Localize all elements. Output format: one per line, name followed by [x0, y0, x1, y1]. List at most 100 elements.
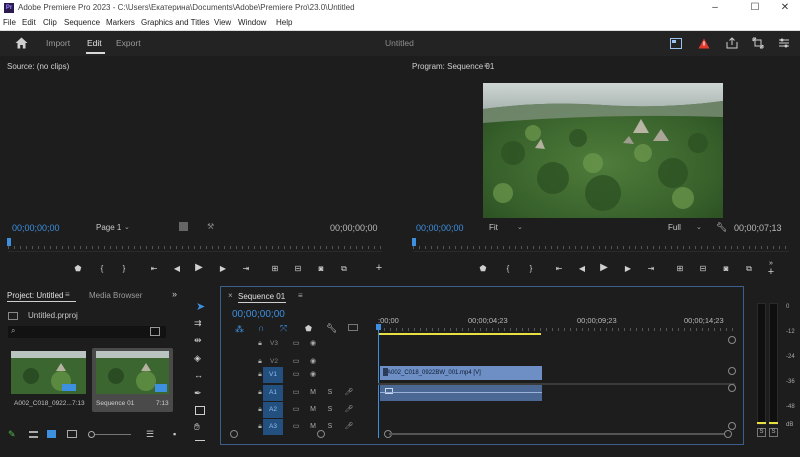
- menu-sequence[interactable]: Sequence: [64, 18, 100, 27]
- source-timecode-current[interactable]: 00;00;00;00: [12, 223, 60, 233]
- playback-resolution-select[interactable]: Full: [668, 223, 681, 232]
- sync-lock-icon[interactable]: ▭: [291, 370, 301, 380]
- marker-icon[interactable]: ⬟: [72, 264, 84, 274]
- menu-clip[interactable]: Clip: [43, 18, 57, 27]
- tab-export[interactable]: Export: [116, 38, 141, 48]
- target-a2[interactable]: A2: [263, 402, 283, 418]
- chevron-down-icon[interactable]: ⌄: [696, 223, 702, 231]
- go-to-in-icon[interactable]: ⇤: [553, 264, 565, 274]
- mute-button[interactable]: M: [308, 405, 318, 415]
- mute-button[interactable]: M: [308, 388, 318, 398]
- search-input[interactable]: [8, 326, 166, 338]
- fullscreen-icon[interactable]: [752, 37, 764, 49]
- mark-in-icon[interactable]: {: [96, 264, 108, 274]
- list-view-icon[interactable]: [29, 431, 38, 438]
- timeline-ruler[interactable]: [378, 320, 735, 332]
- mark-in-icon[interactable]: {: [502, 264, 514, 274]
- menu-markers[interactable]: Markers: [106, 18, 135, 27]
- microphone-icon[interactable]: 🎤︎: [344, 422, 354, 432]
- wrench-icon[interactable]: ⚒: [207, 222, 214, 231]
- go-to-out-icon[interactable]: ⇥: [240, 264, 252, 274]
- mark-out-icon[interactable]: }: [118, 264, 130, 274]
- captions-icon[interactable]: [348, 324, 358, 331]
- insert-icon[interactable]: ⊞: [269, 264, 281, 274]
- chevron-down-icon[interactable]: ⌄: [124, 223, 130, 231]
- hamburger-menu-icon[interactable]: ≡: [484, 61, 489, 70]
- slip-tool-icon[interactable]: ↔: [194, 370, 203, 380]
- horizontal-scrollbar[interactable]: [389, 433, 724, 435]
- nest-icon[interactable]: ⁂: [235, 324, 244, 335]
- maximize-button[interactable]: ☐: [740, 1, 770, 15]
- play-icon[interactable]: ▶: [598, 263, 610, 273]
- timeline-timecode[interactable]: 00;00;00;00: [232, 309, 285, 320]
- tab-media-browser[interactable]: Media Browser: [89, 291, 142, 300]
- target-a3[interactable]: A3: [263, 419, 283, 435]
- home-icon[interactable]: [15, 37, 28, 49]
- horizontal-scroll-handle[interactable]: [724, 430, 732, 438]
- sync-lock-icon[interactable]: ▭: [291, 405, 301, 415]
- step-forward-icon[interactable]: ▶: [622, 264, 634, 274]
- add-button-icon[interactable]: +: [765, 267, 777, 278]
- horizontal-scroll-handle[interactable]: [317, 430, 325, 438]
- tab-import[interactable]: Import: [46, 38, 70, 48]
- selection-tool-icon[interactable]: ➤: [196, 300, 205, 313]
- menu-view[interactable]: View: [214, 18, 231, 27]
- eye-icon[interactable]: ◉: [308, 339, 318, 349]
- lift-icon[interactable]: ⊞: [674, 264, 686, 274]
- playhead-handle[interactable]: [376, 324, 381, 330]
- vertical-scroll-handle[interactable]: [728, 336, 736, 344]
- menu-file[interactable]: File: [3, 18, 16, 27]
- tab-edit[interactable]: Edit: [87, 38, 102, 48]
- target-a1[interactable]: A1: [263, 385, 283, 401]
- solo-left-button[interactable]: S: [757, 428, 766, 437]
- microphone-icon[interactable]: 🎤︎: [344, 388, 354, 398]
- sync-lock-icon[interactable]: ▭: [291, 339, 301, 349]
- menu-graphics-and-titles[interactable]: Graphics and Titles: [141, 18, 209, 27]
- marker-icon[interactable]: ⬟: [477, 264, 489, 274]
- sync-lock-icon[interactable]: ▭: [291, 422, 301, 432]
- vertical-scroll-handle[interactable]: [728, 384, 736, 392]
- sync-lock-icon[interactable]: ▭: [291, 357, 301, 367]
- timeline-playhead[interactable]: [378, 325, 379, 438]
- new-item-icon[interactable]: ▪: [173, 429, 176, 439]
- audio-clip[interactable]: [380, 385, 542, 401]
- wrench-icon[interactable]: 🔧︎: [716, 222, 727, 233]
- razor-tool-icon[interactable]: ◈: [194, 353, 201, 364]
- camera-icon[interactable]: [179, 222, 188, 231]
- lock-icon[interactable]: 🔒︎: [255, 339, 265, 349]
- extract-icon[interactable]: ⊟: [697, 264, 709, 274]
- rectangle-tool-icon[interactable]: [195, 406, 205, 415]
- source-page-select[interactable]: Page 1: [96, 223, 121, 232]
- linked-selection-icon[interactable]: ⤧: [280, 323, 287, 334]
- source-time-ruler[interactable]: [8, 238, 382, 250]
- quick-export-icon[interactable]: [670, 38, 682, 49]
- sync-lock-icon[interactable]: ▭: [291, 388, 301, 398]
- microphone-icon[interactable]: 🎤︎: [344, 405, 354, 415]
- freeform-view-icon[interactable]: [67, 430, 77, 438]
- export-frame-icon[interactable]: ◙: [720, 264, 732, 274]
- tab-project[interactable]: Project: Untitled: [7, 291, 63, 300]
- zoom-slider-track[interactable]: [95, 434, 131, 435]
- program-timecode-current[interactable]: 00;00;00;00: [416, 223, 464, 233]
- program-playhead[interactable]: [412, 238, 416, 246]
- vertical-scroll-handle[interactable]: [728, 367, 736, 375]
- new-bin-icon[interactable]: [150, 327, 160, 336]
- step-forward-icon[interactable]: ▶: [217, 264, 229, 274]
- eye-icon[interactable]: ◉: [308, 370, 318, 380]
- hamburger-menu-icon[interactable]: ≡: [298, 291, 303, 300]
- eye-icon[interactable]: ◉: [308, 357, 318, 367]
- icon-view-icon[interactable]: [47, 430, 56, 438]
- ripple-edit-tool-icon[interactable]: ⇹: [194, 335, 202, 346]
- solo-button[interactable]: S: [325, 422, 335, 432]
- solo-button[interactable]: S: [325, 405, 335, 415]
- pen-tool-icon[interactable]: ✒: [194, 388, 202, 399]
- play-icon[interactable]: ▶: [193, 263, 205, 273]
- tab-sequence[interactable]: Sequence 01: [238, 292, 285, 301]
- comparison-view-icon[interactable]: ⧉: [743, 264, 755, 274]
- chevron-down-icon[interactable]: ⌄: [517, 223, 523, 231]
- source-panel-title[interactable]: Source: (no clips): [7, 62, 69, 71]
- snap-icon[interactable]: ∩: [258, 323, 264, 333]
- video-clip[interactable]: A002_C018_0922BW_001.mp4 [V]: [380, 366, 542, 380]
- alert-icon[interactable]: [698, 38, 710, 49]
- fit-zoom-select[interactable]: Fit: [489, 223, 498, 232]
